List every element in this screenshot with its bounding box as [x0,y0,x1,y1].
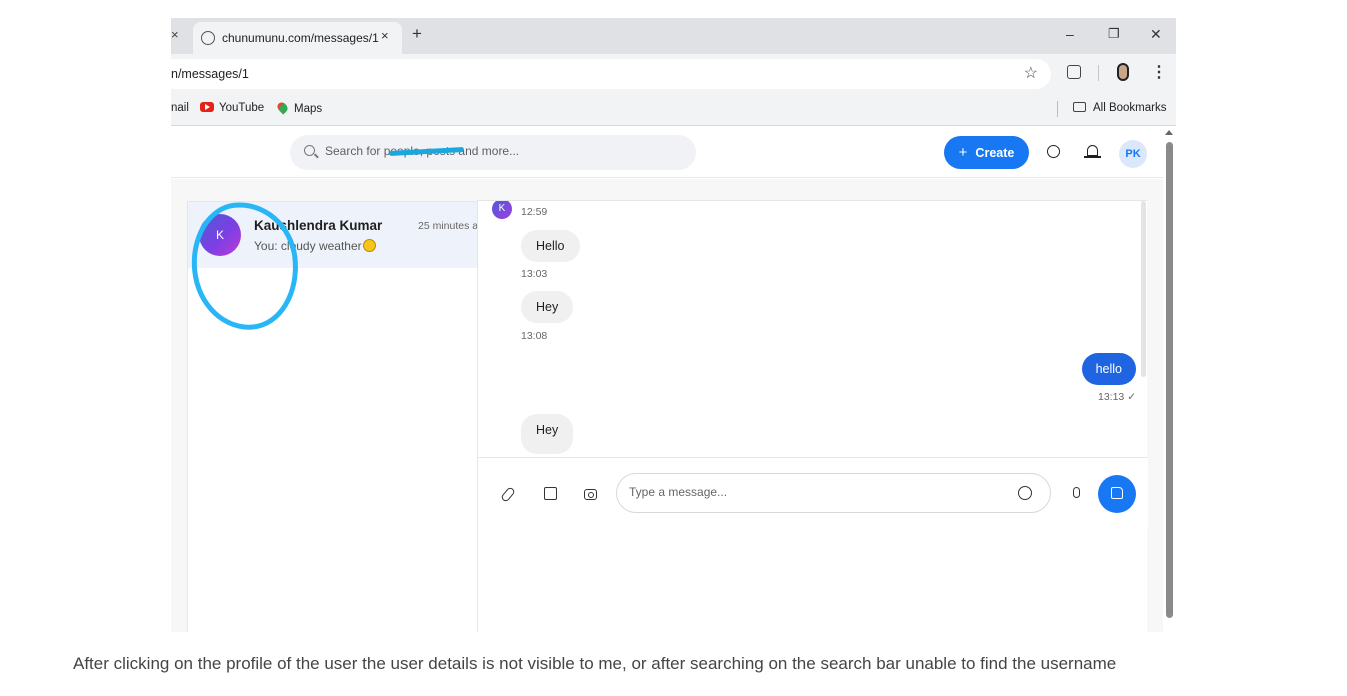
bookmark-label: nail [171,102,189,114]
message-time: 13:03 [521,268,548,280]
microphone-icon[interactable] [1073,487,1080,498]
screenshot: × chunumunu.com/messages/1 × + – ❐ ✕ n/m… [171,18,1176,632]
conversation-list: K Kaushlendra Kumar 25 minutes ago You: … [185,196,490,632]
thread-scrollbar[interactable] [1141,201,1146,377]
chat-panel: K 12:59 Hello 13:03 Hey 13:08 hello 13:1… [477,200,1148,632]
message-time-read: 13:13 ✓ [1098,391,1136,403]
message-composer [478,457,1148,527]
issue-caption: After clicking on the profile of the use… [73,654,1117,673]
browser-menu-icon[interactable]: ⋮ [1151,62,1167,82]
new-tab-button[interactable]: + [412,24,422,44]
restore-icon[interactable]: ❐ [1108,26,1120,42]
bookmarks-bar: nail YouTube Maps All Bookmarks [171,92,1176,126]
bookmark-maps[interactable]: Maps [275,100,323,115]
notifications-bell-icon[interactable] [1084,145,1101,158]
folder-icon [1073,102,1086,112]
like-button[interactable] [1098,475,1136,513]
messages-page: K Kaushlendra Kumar 25 minutes ago You: … [171,179,1163,632]
tab-close-icon[interactable]: × [381,28,389,43]
scroll-up-arrow-icon[interactable] [1165,130,1173,135]
bookmark-gmail[interactable]: nail [171,102,189,114]
plus-icon: + [958,144,968,161]
bookmarks-divider [1057,101,1058,117]
all-bookmarks[interactable]: All Bookmarks [1073,102,1167,114]
message-thread[interactable]: K 12:59 Hello 13:03 Hey 13:08 hello 13:1… [478,201,1148,457]
extensions-icon[interactable] [1067,65,1081,79]
browser-tab-strip: × chunumunu.com/messages/1 × + – ❐ ✕ [171,18,1176,54]
search-icon [304,145,315,156]
address-url: n/messages/1 [171,67,249,81]
all-bookmarks-label: All Bookmarks [1093,102,1167,114]
paperclip-icon[interactable] [500,486,516,503]
incoming-message: Hello [521,230,580,262]
toolbar-divider [1098,65,1099,81]
globe-icon [201,31,215,45]
browser-toolbar: n/messages/1 ☆ ⋮ [171,54,1176,92]
incoming-message: Hey [521,291,574,323]
maps-icon [275,100,290,115]
page-scrollbar-thumb[interactable] [1166,142,1173,618]
tab-title: chunumunu.com/messages/1 [222,31,379,45]
window-close-icon[interactable]: ✕ [1150,26,1162,43]
create-button[interactable]: + Create [944,136,1029,169]
minimize-icon[interactable]: – [1066,26,1074,42]
smiling-face-icon [362,239,376,252]
message-input[interactable] [629,485,1009,499]
message-input-container [616,473,1051,513]
bookmark-label: YouTube [219,102,265,114]
previous-tab-close-icon[interactable]: × [171,27,179,42]
message-time: 12:59 [521,206,548,218]
image-icon[interactable] [544,487,557,500]
address-bar[interactable]: n/messages/1 ☆ [171,59,1051,89]
youtube-icon [200,102,214,112]
search-input[interactable] [325,144,675,158]
profile-avatar-icon[interactable] [1117,63,1129,81]
camera-icon[interactable] [584,489,597,500]
bookmark-label: Maps [294,103,323,115]
emoji-icon[interactable] [1018,486,1032,500]
outgoing-message: hello [1081,353,1136,385]
sender-avatar: K [492,201,512,219]
app-header: + Create PK [171,126,1163,178]
incoming-message: Hey [521,414,574,454]
thumbs-up-icon [1111,487,1123,499]
bookmark-youtube[interactable]: YouTube [200,102,264,114]
create-label: Create [975,146,1015,160]
search-bar[interactable] [290,135,696,170]
browser-tab-active[interactable]: chunumunu.com/messages/1 × [193,22,402,54]
user-avatar[interactable]: PK [1119,140,1147,168]
bookmark-star-icon[interactable]: ☆ [1024,63,1038,83]
messages-icon[interactable] [1047,145,1060,158]
message-time: 13:08 [521,330,548,342]
